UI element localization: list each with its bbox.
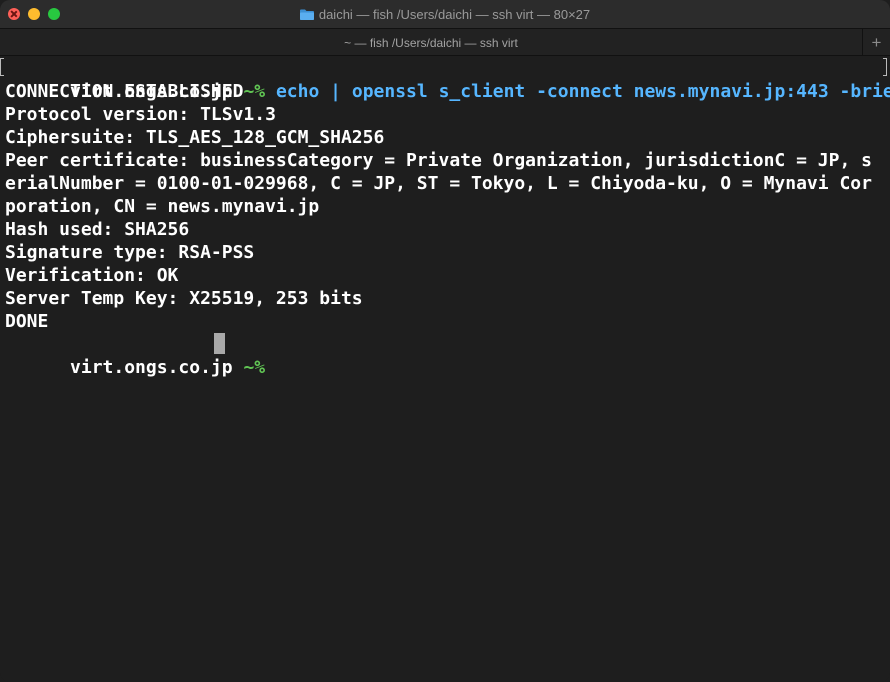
output-line: poration, CN = news.mynavi.jp: [5, 196, 320, 217]
output-line: erialNumber = 0100-01-029968, C = JP, ST…: [5, 173, 872, 194]
mark-bracket-left: [0, 58, 4, 76]
output-line: Ciphersuite: TLS_AES_128_GCM_SHA256: [5, 127, 385, 148]
output-line: Signature type: RSA-PSS: [5, 242, 255, 263]
command-pipe: |: [330, 81, 342, 102]
output-line: Protocol version: TLSv1.3: [5, 104, 276, 125]
output-line: Hash used: SHA256: [5, 219, 190, 240]
output-line: Server Temp Key: X25519, 253 bits: [5, 288, 363, 309]
plus-icon: +: [871, 32, 882, 52]
prompt-symbol: ~%: [243, 81, 266, 102]
tab-label: ~ — fish /Users/daichi — ssh virt: [344, 35, 518, 50]
command-args: s_client -connect news.mynavi.jp:443 -br…: [438, 81, 890, 102]
output-line: CONNECTION ESTABLISHED: [5, 81, 244, 102]
terminal-content[interactable]: virt.ongs.co.jp ~% echo | openssl s_clie…: [0, 56, 890, 682]
command-echo: echo: [275, 81, 320, 102]
terminal-window: daichi — fish /Users/daichi — ssh virt —…: [0, 0, 890, 682]
prompt-symbol: ~%: [243, 357, 266, 378]
prompt-host: virt.ongs.co.jp: [70, 357, 233, 378]
output-line: Verification: OK: [5, 265, 179, 286]
window-title: daichi — fish /Users/daichi — ssh virt —…: [0, 0, 890, 28]
command-line: virt.ongs.co.jp ~% echo | openssl s_clie…: [5, 57, 890, 102]
output-line: Peer certificate: businessCategory = Pri…: [5, 150, 872, 171]
tab-fish-ssh-virt[interactable]: ~ — fish /Users/daichi — ssh virt: [0, 29, 862, 56]
folder-icon: [299, 9, 314, 20]
text-cursor: [214, 333, 225, 354]
mark-bracket-right: [883, 58, 887, 76]
tab-bar: ~ — fish /Users/daichi — ssh virt +: [0, 28, 890, 56]
window-title-text: daichi — fish /Users/daichi — ssh virt —…: [318, 6, 591, 22]
prompt-line: virt.ongs.co.jp ~%: [5, 333, 265, 378]
command-openssl: openssl: [351, 81, 428, 102]
title-bar[interactable]: daichi — fish /Users/daichi — ssh virt —…: [0, 0, 890, 28]
new-tab-button[interactable]: +: [862, 29, 890, 56]
output-line: DONE: [5, 311, 49, 332]
